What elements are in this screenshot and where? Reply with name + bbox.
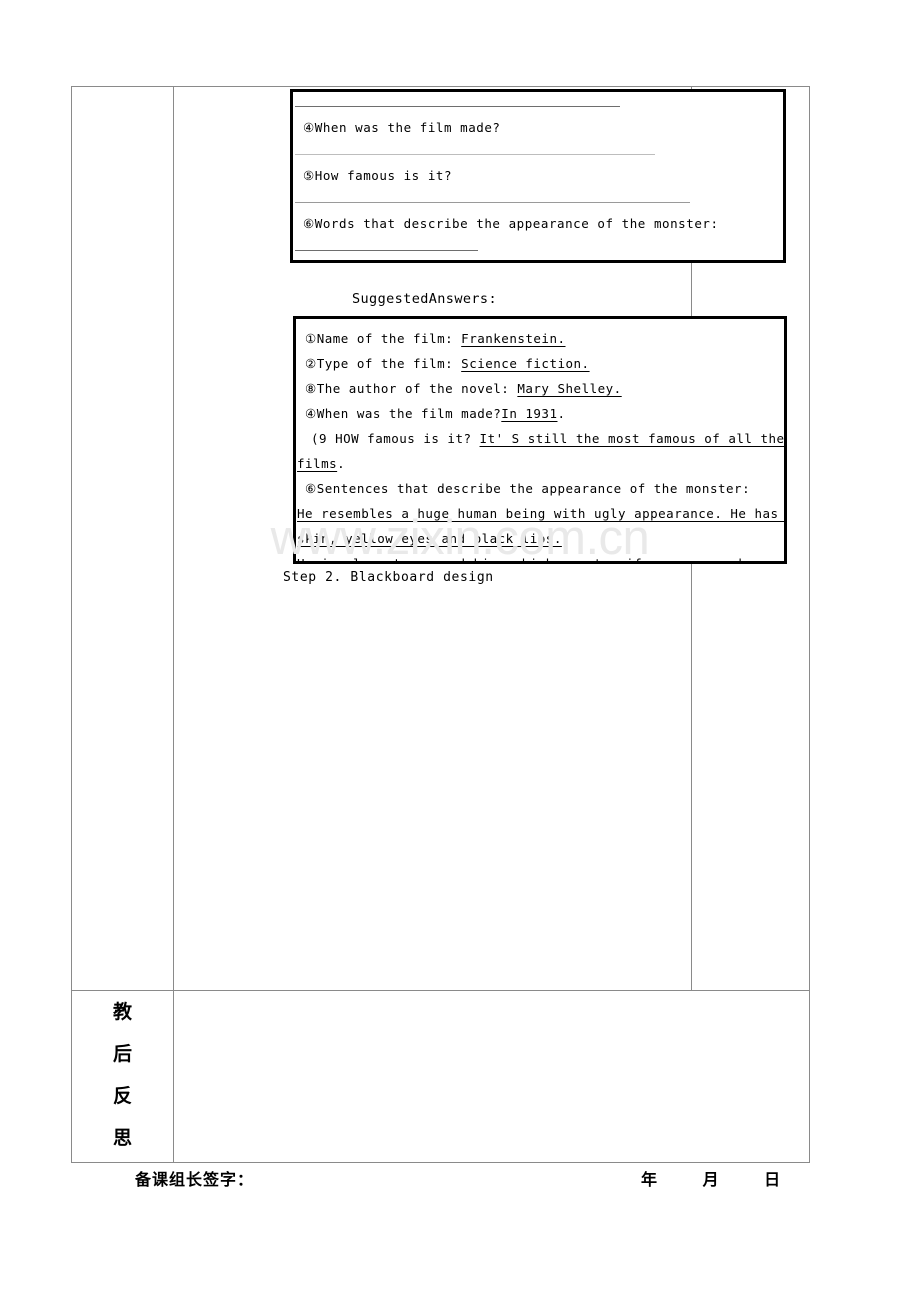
answer-line-7: ⑥Sentences that describe the appearance … xyxy=(305,481,751,496)
lesson-plan-table: ④When was the film made? ⑤How famous is … xyxy=(71,86,810,1163)
answer-label: ⑧The author of the novel: xyxy=(305,381,518,396)
left-margin-cell xyxy=(72,87,173,990)
day-label: 日 xyxy=(764,1170,781,1189)
step-2-label: Step 2. Blackboard design xyxy=(283,570,494,585)
question-item-4: ④When was the film made? xyxy=(303,120,501,135)
answer-value: films xyxy=(297,456,338,471)
answer-rule-1 xyxy=(295,106,620,107)
answer-line-1: ①Name of the film: Frankenstein. xyxy=(305,331,566,346)
question-text: How famous is it? xyxy=(314,168,453,183)
answer-tail: . xyxy=(337,456,346,471)
answer-line-9: skin, yellow eyes and black lips. xyxy=(297,531,562,546)
reflection-char-1: 教 xyxy=(112,1001,132,1023)
answer-value: skin, yellow eyes and black lips. xyxy=(297,531,562,546)
main-cell: ④When was the film made? ⑤How famous is … xyxy=(174,87,787,990)
answer-value: He is also strong and big, which can ter… xyxy=(297,556,787,564)
answer-line-4: ④When was the film made?In 1931. xyxy=(305,406,566,421)
answer-tail: . xyxy=(557,406,566,421)
suggested-answers-box: ①Name of the film: Frankenstein. ②Type o… xyxy=(293,316,787,564)
answer-value: He resembles a huge human being with ugl… xyxy=(297,506,787,521)
reflection-row: 教 后 反 思 xyxy=(72,991,809,1163)
question-marker: ⑥ xyxy=(303,216,315,231)
question-box: ④When was the film made? ⑤How famous is … xyxy=(290,89,786,263)
answer-value: It' S still the most famous of all the h… xyxy=(479,431,785,446)
answer-rule-3 xyxy=(295,202,690,203)
answer-line-3: ⑧The author of the novel: Mary Shelley. xyxy=(305,381,622,396)
answer-line-8: He resembles a huge human being with ugl… xyxy=(297,506,787,521)
suggested-answers-heading: SuggestedAnswers: xyxy=(352,291,497,307)
answer-rule-4 xyxy=(295,250,478,251)
date-fields: 年 月 日 xyxy=(641,1166,780,1190)
document-footer: 备课组长签字： 年 月 日 xyxy=(71,1166,810,1198)
answer-value: Frankenstein. xyxy=(461,331,566,346)
main-content-row: ④When was the film made? ⑤How famous is … xyxy=(72,87,809,991)
reflection-label-cell: 教 后 反 思 xyxy=(72,991,173,1163)
answer-line-10: He is also strong and big, which can ter… xyxy=(297,556,787,564)
signature-label: 备课组长签字： xyxy=(135,1170,255,1189)
question-text: Words that describe the appearance of th… xyxy=(314,216,719,231)
month-label: 月 xyxy=(702,1170,719,1189)
answer-label: ②Type of the film: xyxy=(305,356,462,371)
year-label: 年 xyxy=(641,1170,658,1189)
question-marker: ⑤ xyxy=(303,168,315,183)
question-item-6: ⑥Words that describe the appearance of t… xyxy=(303,216,719,231)
answer-line-5: (9 HOW famous is it? It' S still the mos… xyxy=(311,431,785,446)
question-item-5: ⑤How famous is it? xyxy=(303,168,452,183)
answer-line-2: ②Type of the film: Science fiction. xyxy=(305,356,590,371)
question-marker: ④ xyxy=(303,120,315,135)
reflection-char-3: 反 xyxy=(112,1085,132,1107)
reflection-input-cell[interactable] xyxy=(174,991,809,1163)
answer-label: (9 HOW famous is it? xyxy=(311,431,480,446)
answer-value: In 1931 xyxy=(501,406,558,421)
reflection-char-2: 后 xyxy=(112,1043,132,1065)
answer-label: ④When was the film made? xyxy=(305,406,502,421)
question-text: When was the film made? xyxy=(314,120,501,135)
answer-rule-2 xyxy=(295,154,655,155)
reflection-char-4: 思 xyxy=(112,1127,132,1149)
answer-line-6: films. xyxy=(297,456,346,471)
answer-label: ①Name of the film: xyxy=(305,331,462,346)
answer-value: Science fiction. xyxy=(461,356,590,371)
reflection-label: 教 后 反 思 xyxy=(72,1003,173,1171)
answer-value: Mary Shelley. xyxy=(517,381,622,396)
answer-label: ⑥Sentences that describe the appearance … xyxy=(305,481,751,496)
